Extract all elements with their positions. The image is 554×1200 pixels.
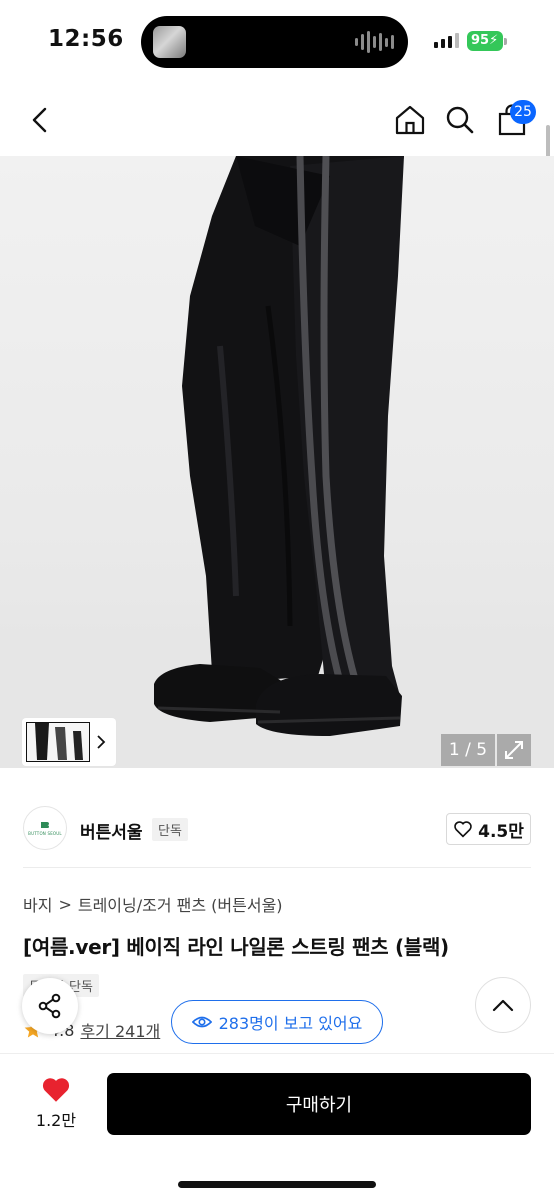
thumbnail-strip[interactable] bbox=[22, 718, 116, 766]
share-button[interactable] bbox=[22, 978, 78, 1034]
chevron-up-icon bbox=[492, 999, 514, 1012]
brand-name-link[interactable]: 버튼서울 bbox=[80, 818, 143, 843]
viewers-pill: 283명이 보고 있어요 bbox=[171, 1000, 383, 1044]
breadcrumb-separator: > bbox=[58, 894, 72, 914]
home-icon bbox=[395, 105, 425, 135]
eye-icon bbox=[191, 1016, 212, 1028]
breadcrumb: 바지 > 트레이닝/조거 팬츠 (버튼서울) bbox=[23, 892, 283, 916]
battery-level: 95 bbox=[471, 33, 490, 48]
heart-outline-icon bbox=[454, 821, 472, 838]
breadcrumb-category[interactable]: 바지 bbox=[23, 892, 52, 916]
back-arrow-icon bbox=[32, 107, 47, 133]
dynamic-island bbox=[141, 16, 408, 68]
search-icon bbox=[446, 106, 474, 134]
chevron-right-icon[interactable] bbox=[90, 722, 112, 762]
cellular-signal-icon bbox=[434, 33, 459, 48]
image-page-counter: 1 / 5 bbox=[441, 734, 495, 766]
now-playing-artwork bbox=[153, 26, 186, 58]
product-photo bbox=[0, 156, 554, 768]
expand-icon bbox=[505, 741, 523, 759]
share-icon bbox=[38, 993, 61, 1019]
search-button[interactable] bbox=[438, 98, 482, 142]
brand-like-count: 4.5만 bbox=[478, 821, 524, 842]
brand-like-button[interactable]: 4.5만 bbox=[446, 813, 531, 845]
battery-indicator: 95⚡ bbox=[467, 31, 503, 51]
buy-button[interactable]: 구매하기 bbox=[107, 1073, 531, 1135]
bottom-action-bar: 1.2만 구매하기 bbox=[0, 1054, 554, 1200]
viewers-text: 283명이 보고 있어요 bbox=[218, 1014, 363, 1033]
expand-button[interactable] bbox=[497, 734, 531, 766]
top-navigation: 25 bbox=[0, 84, 554, 156]
back-button[interactable] bbox=[18, 98, 62, 142]
cart-count-badge: 25 bbox=[510, 100, 536, 124]
status-bar: 12:56 95⚡ bbox=[0, 0, 554, 84]
brand-logo-text: BUTTON SEOUL bbox=[28, 830, 62, 836]
home-button[interactable] bbox=[388, 98, 432, 142]
review-count-link[interactable]: 후기 241개 bbox=[80, 1018, 160, 1042]
exclusive-badge: 단독 bbox=[152, 818, 188, 841]
home-indicator bbox=[178, 1181, 376, 1188]
wishlist-count: 1.2만 bbox=[35, 1111, 77, 1130]
brand-row: BUTTON SEOUL 버튼서울 단독 4.5만 bbox=[0, 806, 554, 854]
status-time: 12:56 bbox=[48, 26, 124, 52]
wishlist-button[interactable]: 1.2만 bbox=[24, 1076, 88, 1136]
product-image-gallery[interactable]: 1 / 5 bbox=[0, 156, 554, 768]
scroll-to-top-button[interactable] bbox=[475, 977, 531, 1033]
thumbnail-image[interactable] bbox=[26, 722, 90, 762]
product-title: [여름.ver] 베이직 라인 나일론 스트링 팬츠 (블랙) bbox=[23, 935, 449, 959]
brand-logo[interactable]: BUTTON SEOUL bbox=[23, 806, 67, 850]
heart-filled-icon bbox=[42, 1078, 70, 1102]
divider bbox=[23, 867, 531, 868]
battery-cap bbox=[504, 38, 507, 45]
audio-waveform-icon bbox=[355, 30, 394, 54]
breadcrumb-subcategory[interactable]: 트레이닝/조거 팬츠 (버튼서울) bbox=[78, 892, 283, 916]
